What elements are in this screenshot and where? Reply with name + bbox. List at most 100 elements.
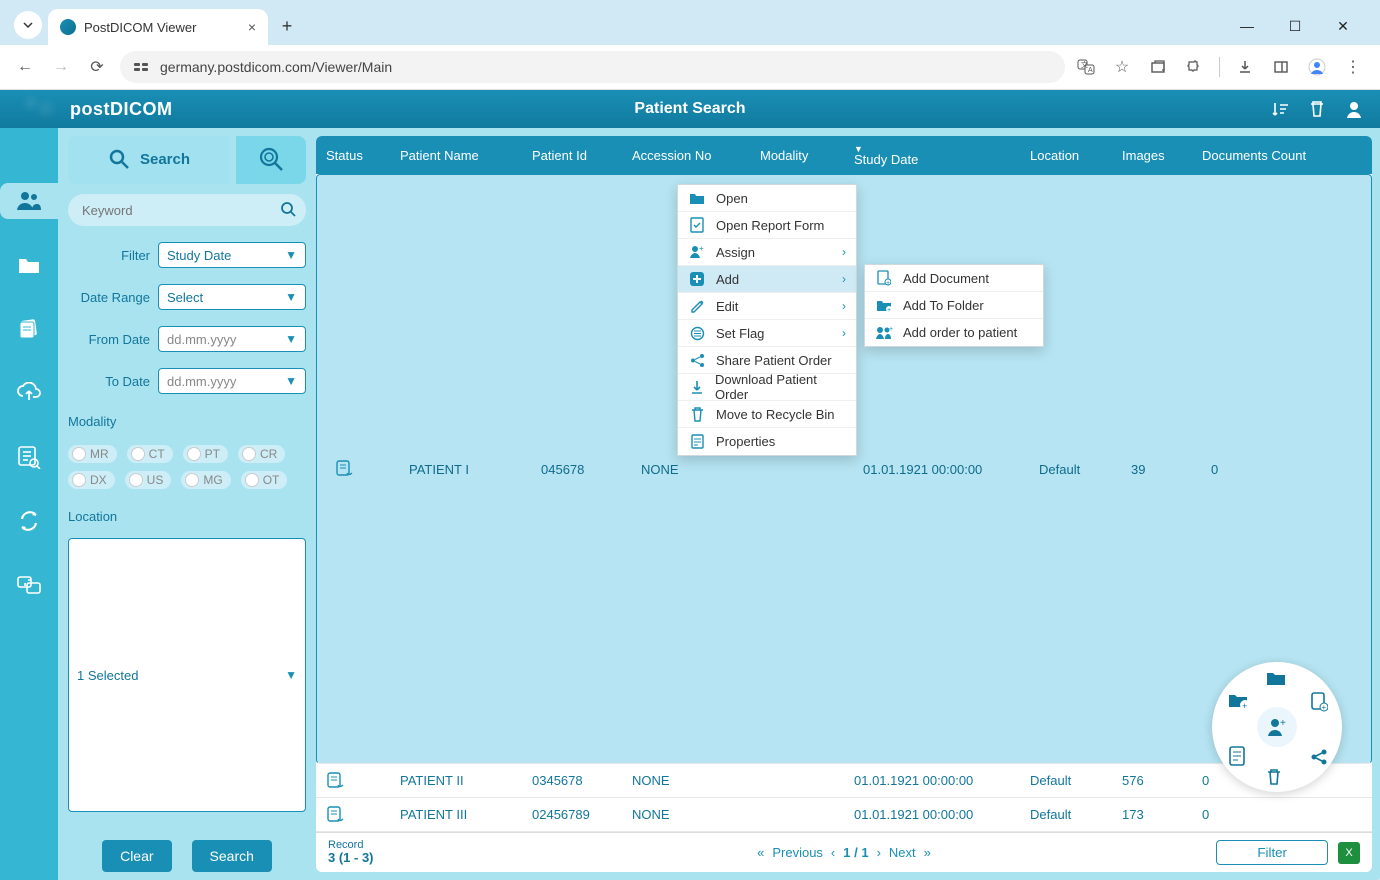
- modality-chip[interactable]: CT: [127, 445, 173, 463]
- next-button[interactable]: Next: [889, 845, 916, 860]
- ctx-add-order[interactable]: +Add order to patient: [865, 319, 1043, 346]
- ctx-add-document[interactable]: +Add Document: [865, 265, 1043, 292]
- trash-icon[interactable]: [1308, 99, 1326, 119]
- th-status[interactable]: Status: [316, 148, 390, 163]
- site-settings-icon[interactable]: [132, 58, 150, 76]
- downloads-icon[interactable]: [1234, 56, 1256, 78]
- svg-text:+: +: [699, 245, 704, 253]
- radial-add-folder-icon[interactable]: +: [1228, 692, 1250, 710]
- translate-icon[interactable]: 文A: [1075, 56, 1097, 78]
- th-patient-id[interactable]: Patient Id: [522, 148, 622, 163]
- modality-chip[interactable]: DX: [68, 471, 115, 489]
- rail-worklist-icon[interactable]: [11, 439, 47, 475]
- tab-search-button[interactable]: [14, 11, 42, 39]
- svg-text:A: A: [1088, 67, 1093, 74]
- back-button[interactable]: ←: [12, 54, 38, 80]
- daterange-select[interactable]: Select▼: [158, 284, 306, 310]
- modality-chip[interactable]: CR: [238, 445, 285, 463]
- modality-chip[interactable]: MG: [181, 471, 230, 489]
- user-icon[interactable]: [1344, 99, 1364, 119]
- ctx-add-folder[interactable]: +Add To Folder: [865, 292, 1043, 319]
- modality-chip[interactable]: PT: [183, 445, 228, 463]
- address-bar[interactable]: germany.postdicom.com/Viewer/Main: [120, 51, 1065, 83]
- th-accession[interactable]: Accession No: [622, 148, 750, 163]
- modality-chip[interactable]: OT: [241, 471, 288, 489]
- radial-report-icon[interactable]: [1228, 746, 1246, 766]
- todate-input[interactable]: dd.mm.yyyy▼: [158, 368, 306, 394]
- th-modality[interactable]: Modality: [750, 148, 844, 163]
- forward-button[interactable]: →: [48, 54, 74, 80]
- rail-studies-icon[interactable]: [11, 311, 47, 347]
- ctx-set-flag[interactable]: Set Flag›: [678, 320, 856, 347]
- radial-assign-icon[interactable]: +: [1257, 707, 1297, 747]
- ctx-recycle[interactable]: Move to Recycle Bin: [678, 401, 856, 428]
- th-study-date[interactable]: ▼Study Date: [844, 144, 1020, 167]
- ctx-assign[interactable]: +Assign›: [678, 239, 856, 266]
- next-page-icon[interactable]: ›: [877, 845, 881, 860]
- rail-sync-icon[interactable]: [11, 503, 47, 539]
- keyword-search-icon[interactable]: [280, 201, 296, 217]
- chevron-down-icon: ▼: [285, 332, 297, 346]
- radial-share-icon[interactable]: [1310, 748, 1328, 766]
- sort-icon[interactable]: [1270, 99, 1290, 119]
- first-page-icon[interactable]: «: [757, 845, 764, 860]
- new-tab-button[interactable]: +: [272, 11, 302, 41]
- sidepanel-icon[interactable]: [1270, 56, 1292, 78]
- extensions-icon[interactable]: [1183, 56, 1205, 78]
- study-status-icon: [335, 460, 389, 478]
- clear-button[interactable]: Clear: [102, 840, 171, 872]
- table-row[interactable]: PATIENT II 0345678 NONE 01.01.1921 00:00…: [316, 764, 1372, 798]
- rail-upload-icon[interactable]: [11, 375, 47, 411]
- filter-select[interactable]: Study Date▼: [158, 242, 306, 268]
- ctx-open[interactable]: Open: [678, 185, 856, 212]
- radial-add-document-icon[interactable]: +: [1310, 692, 1328, 712]
- export-excel-icon[interactable]: X: [1338, 842, 1360, 864]
- modality-chip[interactable]: US: [125, 471, 172, 489]
- prev-page-icon[interactable]: ‹: [831, 845, 835, 860]
- th-patient-name[interactable]: Patient Name: [390, 148, 522, 163]
- reload-button[interactable]: ⟳: [84, 54, 110, 80]
- table-header: Status Patient Name Patient Id Accession…: [316, 136, 1372, 174]
- filter-button[interactable]: Filter: [1216, 840, 1328, 865]
- th-location[interactable]: Location: [1020, 148, 1112, 163]
- browser-tab[interactable]: PostDICOM Viewer ×: [48, 9, 268, 45]
- menu-icon[interactable]: ⋮: [1342, 56, 1364, 78]
- page-indicator: 1 / 1: [843, 845, 868, 860]
- svg-text:文: 文: [1081, 60, 1088, 69]
- location-select[interactable]: 1 Selected▼: [68, 538, 306, 812]
- close-window-button[interactable]: ✕: [1329, 18, 1357, 35]
- th-images[interactable]: Images: [1112, 148, 1192, 163]
- daterange-label: Date Range: [68, 290, 150, 305]
- search-sidebar: Search Filter Study Date▼ Date Range Sel…: [58, 128, 316, 880]
- minimize-button[interactable]: —: [1233, 18, 1261, 35]
- radial-folder-icon[interactable]: [1266, 670, 1286, 686]
- fromdate-input[interactable]: dd.mm.yyyy▼: [158, 326, 306, 352]
- ctx-open-report[interactable]: Open Report Form: [678, 212, 856, 239]
- rail-screens-icon[interactable]: [11, 567, 47, 603]
- search-button[interactable]: Search: [192, 840, 272, 872]
- ctx-edit[interactable]: Edit›: [678, 293, 856, 320]
- previous-button[interactable]: Previous: [772, 845, 823, 860]
- app-header: postDICOM Patient Search: [0, 90, 1380, 128]
- last-page-icon[interactable]: »: [924, 845, 931, 860]
- keyword-input[interactable]: [68, 194, 306, 226]
- profile-icon[interactable]: [1306, 56, 1328, 78]
- rail-folders-icon[interactable]: [11, 247, 47, 283]
- table-row[interactable]: PATIENT III 02456789 NONE 01.01.1921 00:…: [316, 798, 1372, 832]
- ctx-properties[interactable]: Properties: [678, 428, 856, 455]
- rail-patients-icon[interactable]: [0, 183, 58, 219]
- ctx-download[interactable]: Download Patient Order: [678, 374, 856, 401]
- bookmark-icon[interactable]: ☆: [1111, 56, 1133, 78]
- ctx-add[interactable]: Add›: [678, 266, 856, 293]
- tab-close-icon[interactable]: ×: [248, 19, 256, 35]
- radial-trash-icon[interactable]: [1266, 768, 1282, 786]
- flag-icon: [688, 326, 706, 341]
- maximize-button[interactable]: ☐: [1281, 18, 1309, 35]
- th-documents[interactable]: Documents Count: [1192, 148, 1372, 163]
- tab-advanced-search[interactable]: [236, 136, 306, 184]
- tab-search[interactable]: Search: [68, 136, 230, 184]
- modality-chip[interactable]: MR: [68, 445, 117, 463]
- tab-overview-icon[interactable]: [1147, 56, 1169, 78]
- ctx-share[interactable]: Share Patient Order: [678, 347, 856, 374]
- radial-menu[interactable]: + + +: [1212, 662, 1342, 792]
